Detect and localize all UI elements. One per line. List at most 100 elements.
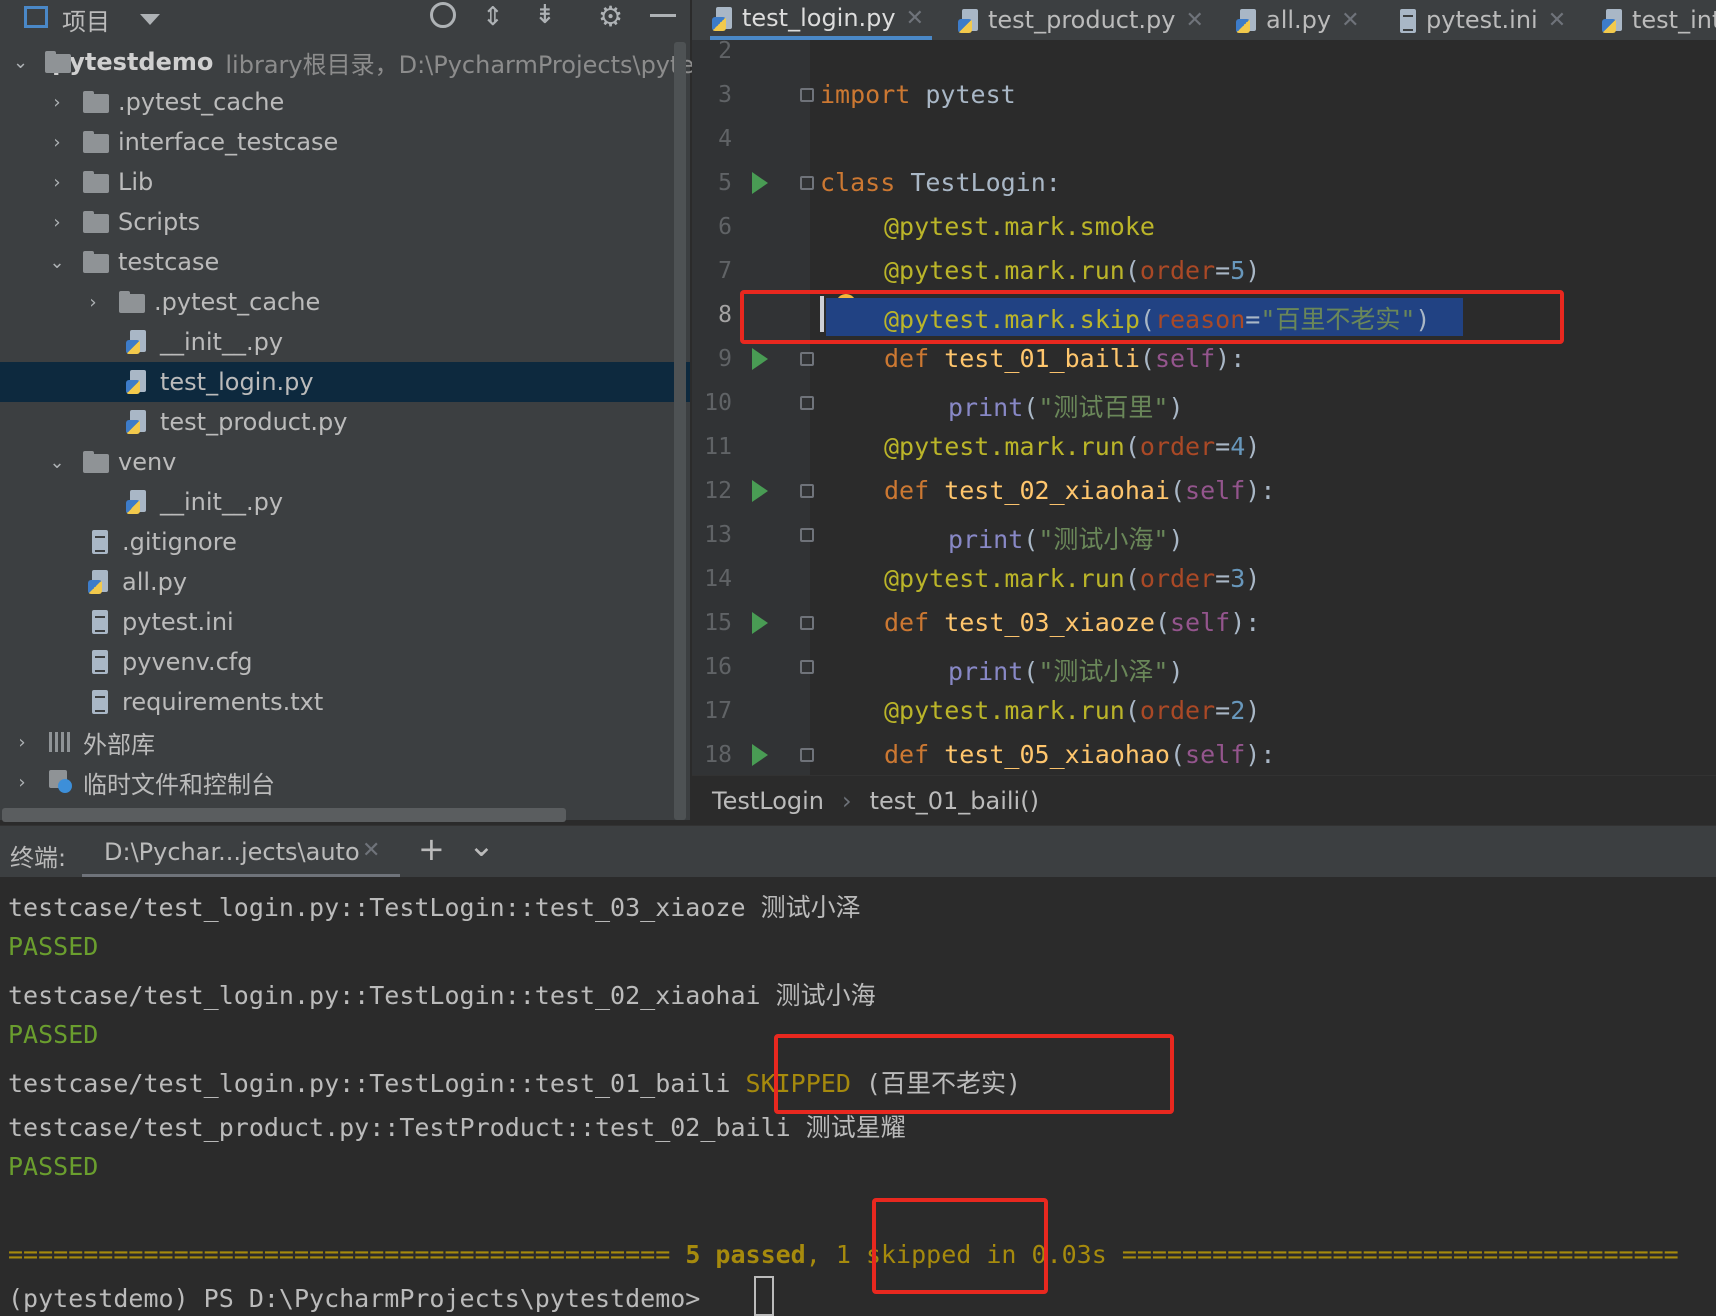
breadcrumb-method[interactable]: test_01_baili()	[870, 787, 1039, 815]
chevron-right-icon[interactable]: ›	[48, 172, 66, 193]
fold-icon[interactable]	[800, 352, 814, 366]
code-line-16: print("测试小泽")	[948, 657, 1184, 686]
code-line-6: @pytest.mark.smoke	[884, 212, 1155, 241]
close-icon[interactable]: ✕	[1341, 8, 1359, 33]
highlight-box-summary	[872, 1198, 1048, 1294]
editor-tab-bar: test_login.py ✕ test_product.py ✕ all.py…	[692, 0, 1716, 41]
run-icon[interactable]	[752, 480, 768, 502]
tree-item[interactable]: › 外部库	[0, 722, 690, 762]
project-panel-title[interactable]: 项目	[62, 2, 110, 37]
builtin: print	[948, 393, 1024, 422]
fold-icon[interactable]	[800, 616, 814, 630]
terminal-line: testcase/test_product.py::TestProduct::t…	[8, 1113, 906, 1142]
tree-item-root[interactable]: ⌄ pytestdemo library根目录，D:\PycharmProjec…	[0, 42, 694, 82]
chevron-down-icon[interactable]: ⌄	[48, 452, 66, 473]
python-file-icon	[956, 7, 978, 33]
class-name: TestLogin:	[895, 168, 1061, 197]
close-icon[interactable]: ✕	[906, 6, 924, 31]
tree-item[interactable]: test_product.py	[0, 402, 690, 442]
tree-item[interactable]: › 临时文件和控制台	[0, 762, 690, 802]
tree-item[interactable]: requirements.txt	[0, 682, 690, 722]
line-number: 2	[718, 38, 732, 64]
op: =	[1215, 256, 1231, 285]
gear-icon[interactable]: ⚙	[598, 0, 623, 33]
horizontal-scrollbar[interactable]	[2, 808, 566, 822]
tree-item-label: requirements.txt	[122, 688, 324, 716]
chevron-right-icon[interactable]: ›	[48, 132, 66, 153]
tree-item[interactable]: › .pytest_cache	[0, 282, 690, 322]
line-number: 18	[704, 742, 732, 768]
chevron-right-icon[interactable]: ›	[13, 772, 31, 793]
run-icon[interactable]	[752, 744, 768, 766]
tab-test-int[interactable]: test_int	[1600, 0, 1716, 40]
breadcrumb: TestLogin › test_01_baili()	[692, 775, 1716, 826]
run-icon[interactable]	[752, 172, 768, 194]
number: 5	[1230, 256, 1246, 285]
tree-item-label: .pytest_cache	[118, 88, 285, 116]
run-icon[interactable]	[752, 348, 768, 370]
tree-item[interactable]: › Lib	[0, 162, 690, 202]
add-terminal-icon[interactable]: +	[418, 830, 445, 868]
terminal-line: testcase/test_login.py::TestLogin::test_…	[8, 981, 876, 1010]
project-view-icon[interactable]	[24, 6, 48, 28]
chevron-right-icon[interactable]: ›	[48, 92, 66, 113]
fold-icon[interactable]	[800, 528, 814, 542]
param: order	[1139, 256, 1216, 285]
terminal-line-passed: PASSED	[8, 1020, 99, 1049]
tree-item[interactable]: ⌄ testcase	[0, 242, 690, 282]
string: "测试百里"	[1038, 393, 1169, 422]
tree-item[interactable]: › interface_testcase	[0, 122, 690, 162]
line-number: 15	[704, 610, 732, 636]
tree-item[interactable]: __init__.py	[0, 322, 690, 362]
tab-all[interactable]: all.py ✕	[1234, 0, 1360, 40]
chevron-down-icon[interactable]: ⌄	[48, 252, 66, 273]
terminal-cursor	[754, 1276, 774, 1316]
chevron-right-icon[interactable]: ›	[48, 212, 66, 233]
tree-item[interactable]: › Scripts	[0, 202, 690, 242]
tree-item[interactable]: › .pytest_cache	[0, 82, 690, 122]
breadcrumb-class[interactable]: TestLogin	[712, 787, 824, 815]
chevron-down-icon[interactable]: ⌄	[468, 826, 495, 864]
string: "测试小泽"	[1038, 657, 1169, 686]
line-number: 10	[704, 390, 732, 416]
scratch-icon	[47, 768, 75, 796]
tree-item[interactable]: ⌄ venv	[0, 442, 690, 482]
fold-icon[interactable]	[800, 88, 814, 102]
tab-pytest-ini[interactable]: pytest.ini ✕	[1394, 0, 1566, 40]
chevron-down-icon[interactable]: ⌄	[13, 52, 28, 73]
locate-icon[interactable]	[430, 2, 456, 28]
close-icon[interactable]: ✕	[1548, 8, 1566, 33]
folder-icon	[82, 248, 110, 276]
tree-item[interactable]: .gitignore	[0, 522, 690, 562]
collapse-all-icon[interactable]: ⇟	[534, 0, 556, 30]
fold-icon[interactable]	[800, 396, 814, 410]
tree-item[interactable]: pyvenv.cfg	[0, 642, 690, 682]
chevron-right-icon[interactable]: ›	[84, 292, 102, 313]
python-file-icon	[1600, 7, 1622, 33]
fold-icon[interactable]	[800, 748, 814, 762]
project-panel-header: 项目 ⇕ ⇟ ⚙	[0, 0, 690, 41]
view-dropdown-icon[interactable]	[140, 14, 160, 25]
close-icon[interactable]: ✕	[1185, 8, 1203, 33]
run-icon[interactable]	[752, 612, 768, 634]
builtin: print	[948, 657, 1024, 686]
tab-label: pytest.ini	[1426, 6, 1538, 34]
folder-icon	[82, 448, 110, 476]
chevron-right-icon[interactable]: ›	[13, 732, 31, 753]
tree-item[interactable]: pytest.ini	[0, 602, 690, 642]
fold-icon[interactable]	[800, 176, 814, 190]
tree-item[interactable]: all.py	[0, 562, 690, 602]
tab-test-product[interactable]: test_product.py ✕	[956, 0, 1204, 40]
fold-icon[interactable]	[800, 660, 814, 674]
vertical-scrollbar[interactable]	[674, 42, 686, 820]
tab-test-login[interactable]: test_login.py ✕	[710, 0, 932, 40]
hide-panel-icon[interactable]	[650, 14, 676, 17]
decorator: @pytest.mark.run	[884, 696, 1125, 725]
fold-icon[interactable]	[800, 484, 814, 498]
paren: (	[1124, 256, 1140, 285]
expand-all-icon[interactable]: ⇕	[482, 2, 504, 32]
tree-item[interactable]: __init__.py	[0, 482, 690, 522]
code-editor[interactable]	[810, 40, 1716, 775]
close-icon[interactable]: ✕	[362, 838, 380, 863]
tree-item-selected[interactable]: test_login.py	[0, 362, 690, 402]
